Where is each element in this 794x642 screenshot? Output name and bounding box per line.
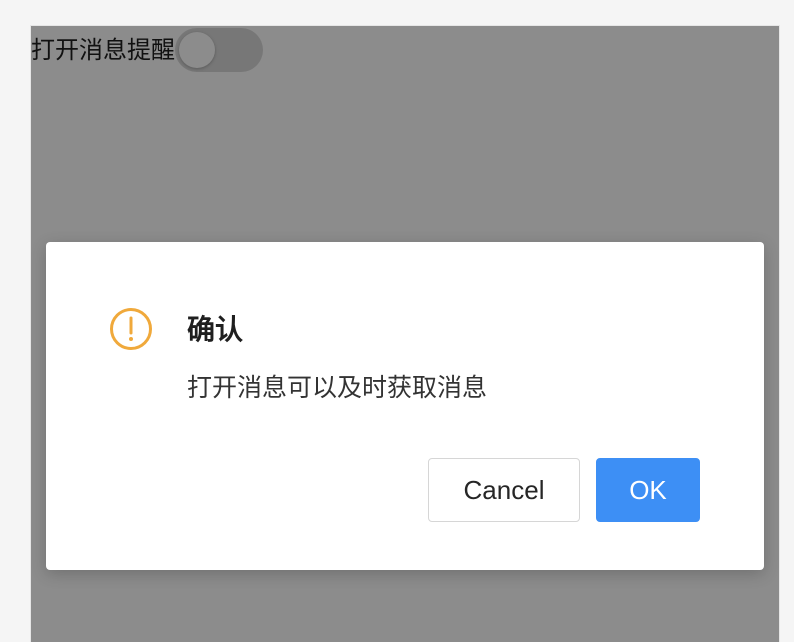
- warning-circle-icon: [110, 308, 152, 350]
- dialog-title: 确认: [187, 313, 244, 346]
- dialog-content: 打开消息可以及时获取消息: [187, 373, 488, 402]
- confirm-dialog: 确认 打开消息可以及时获取消息 Cancel OK: [46, 242, 764, 570]
- cancel-button[interactable]: Cancel: [428, 458, 580, 522]
- ok-button[interactable]: OK: [596, 458, 700, 522]
